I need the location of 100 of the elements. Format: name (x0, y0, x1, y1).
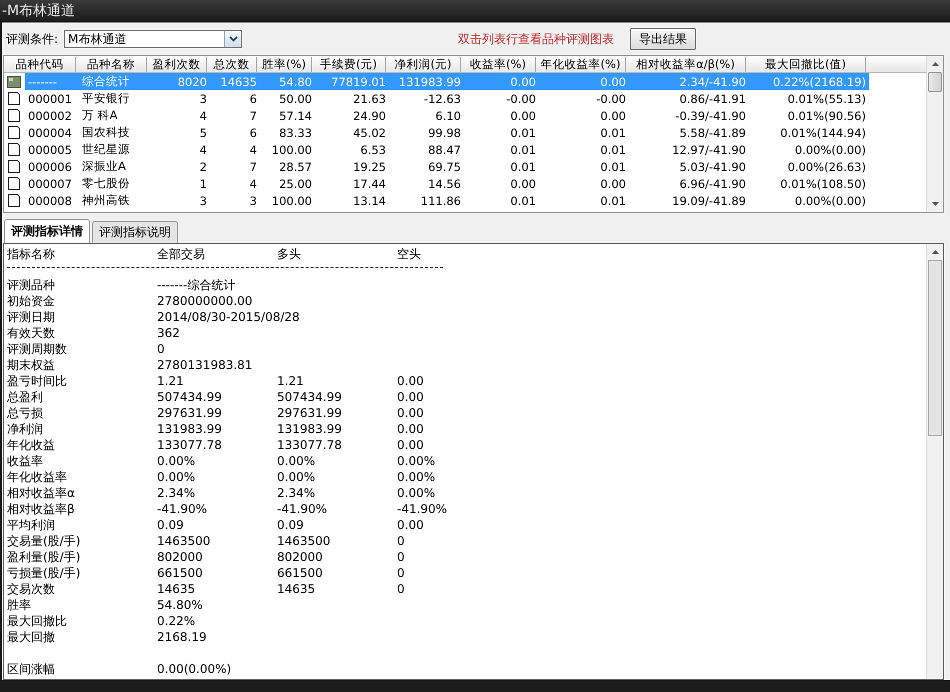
tab[interactable]: 评测指标说明 (92, 221, 178, 243)
metric-value: 133077.78 (277, 438, 343, 452)
table-cell-text: 000004 (27, 126, 73, 140)
table-cell-text: 5.58/-41.89 (678, 126, 747, 140)
export-button[interactable]: 导出结果 (630, 28, 696, 50)
metric-value: 133077.78 (157, 438, 223, 452)
table-cell-text: 0.00 (599, 176, 627, 190)
metric-value: 0 (397, 566, 406, 580)
table-cell-text: 100.00 (270, 194, 313, 208)
table-cell-text: 111.86 (420, 194, 462, 208)
metric-value: 0.00 (397, 406, 425, 420)
metric-name: 相对收益率β (7, 500, 76, 518)
table-cell-text: 综合统计 (81, 74, 131, 89)
table-cell-text: 0.01 (599, 142, 627, 156)
column-header: 空头 (397, 246, 422, 262)
condition-dropdown[interactable]: M布林通道 (64, 30, 242, 48)
table-row[interactable]: 000008 神州高铁 3 3 100.00 13.14 111.86 0.01 0.01 19.09/-41.89 0.00%(0.00) (25, 192, 869, 209)
column-header[interactable]: 盈利次数 (147, 56, 207, 72)
table-cell-text: 100.00 (270, 142, 313, 156)
column-header[interactable]: 胜率(%) (257, 56, 312, 72)
metric-value: 54.80% (157, 598, 204, 612)
table-cell-text: 57.14 (278, 108, 313, 122)
metric-value: -41.90% (277, 502, 328, 516)
scrollbar-thumb[interactable] (928, 260, 942, 436)
metric-name: 年化收益 (7, 436, 56, 454)
table-cell-text: 神州高铁 (81, 193, 131, 208)
table-cell-text: 17.44 (352, 176, 387, 190)
table-cell-text: 0.00%(0.00) (794, 194, 867, 208)
table-cell-text: 6.10 (434, 108, 462, 122)
column-header[interactable]: 总次数 (207, 56, 257, 72)
metric-name: 亏损量(股/手) (7, 564, 82, 582)
table-cell-text: 99.98 (427, 126, 462, 140)
metric-value: 0.00% (157, 470, 196, 484)
table-cell-text: 深振业A (81, 159, 127, 174)
table-cell-text: 0.01%(55.13) (786, 92, 867, 106)
table-row[interactable]: 000001 平安银行 3 6 50.00 21.63 -12.63 -0.00 -0.00 0.86/-41.91 0.01%(55.13) (25, 90, 869, 107)
metric-name: 初始资金 (7, 292, 56, 310)
table-cell-text: -0.00 (595, 92, 627, 106)
metric-name: 评测日期 (7, 308, 56, 326)
metric-value: 1.21 (277, 374, 305, 388)
metric-value: 131983.99 (157, 422, 223, 436)
table-cell-text: 世纪星源 (81, 142, 131, 157)
table-cell-text: 4 (248, 142, 258, 156)
metric-value: 0.00 (397, 438, 425, 452)
table-row[interactable]: 000006 深振业A 2 7 28.57 19.25 69.75 0.01 0.01 5.03/-41.90 0.00%(26.63) (25, 158, 869, 175)
metric-value: 507434.99 (157, 390, 223, 404)
metric-value: 0.00% (397, 470, 436, 484)
metric-value: 0.22% (157, 614, 196, 628)
table-cell-text: 21.63 (352, 92, 387, 106)
document-icon (7, 194, 21, 207)
table-cell-text: 8020 (176, 74, 208, 88)
table-row[interactable]: 000002 万 科A 4 7 57.14 24.90 6.10 0.00 0.00 -0.39/-41.90 0.01%(90.56) (25, 107, 869, 124)
tab[interactable]: 评测指标详情 (4, 219, 90, 243)
column-header[interactable]: 相对收益率α/β(%) (626, 56, 746, 72)
column-header[interactable]: 净利润(元) (386, 56, 461, 72)
scroll-up-icon[interactable] (932, 62, 938, 66)
table-cell-text: 0.00 (599, 108, 627, 122)
metric-name: 总亏损 (7, 404, 44, 422)
table-cell-text: 7 (248, 160, 258, 174)
column-header[interactable]: 最大回撤比(值) (746, 56, 866, 72)
table-cell-text: 0.01 (509, 142, 537, 156)
table-cell-text: 25.00 (278, 176, 313, 190)
metric-value: 1463500 (157, 534, 212, 548)
column-header[interactable]: 品种代码 (4, 56, 76, 72)
metric-value: 0.09 (277, 518, 305, 532)
table-cell-text: 45.02 (352, 126, 387, 140)
table-cell-text: 3 (198, 92, 208, 106)
document-icon (7, 160, 21, 173)
table-cell-text: 83.33 (278, 126, 313, 140)
scrollbar-thumb[interactable] (928, 72, 942, 92)
condition-label: 评测条件: (6, 30, 58, 48)
scroll-down-icon[interactable] (932, 202, 938, 206)
table-cell-text: 0.00 (509, 74, 537, 88)
column-header[interactable]: 收益率(%) (461, 56, 536, 72)
metric-value: 14635 (157, 582, 196, 596)
metric-name: 盈亏时间比 (7, 372, 68, 390)
table-cell-text: 19.09/-41.89 (671, 194, 747, 208)
table-row[interactable]: 000007 零七股份 1 4 25.00 17.44 14.56 0.00 0.00 6.96/-41.90 0.01%(108.50) (25, 175, 869, 192)
metric-value: 297631.99 (277, 406, 343, 420)
metric-value: 661500 (157, 566, 204, 580)
table-row[interactable]: 000004 国农科技 5 6 83.33 45.02 99.98 0.01 0.01 5.58/-41.89 0.01%(144.94) (25, 124, 869, 141)
metric-name: 最大回撤 (7, 628, 56, 646)
table-cell-text: 77819.01 (330, 74, 387, 88)
table-cell-text: 6.96/-41.90 (678, 176, 747, 190)
table-cell-text: 12.97/-41.90 (671, 142, 747, 156)
metric-value: 2780131983.81 (157, 358, 254, 372)
metric-name: 相对收益率α (7, 484, 76, 502)
table-cell-text: 0.01 (509, 126, 537, 140)
scroll-up-icon[interactable] (932, 250, 938, 254)
table-cell-text: 0.00%(26.63) (786, 160, 867, 174)
metric-value: 0.00% (277, 454, 316, 468)
metric-value: 14635 (277, 582, 316, 596)
column-header[interactable]: 年化收益率(%) (536, 56, 626, 72)
table-row[interactable]: 000005 世纪星源 4 4 100.00 6.53 88.47 0.01 0.01 12.97/-41.90 0.00%(0.00) (25, 141, 869, 158)
column-header[interactable]: 品种名称 (76, 56, 147, 72)
column-header[interactable]: 手续费(元) (312, 56, 386, 72)
metric-value: 362 (157, 326, 181, 340)
metric-name: 平均利润 (7, 516, 56, 534)
table-cell-text: 54.80 (278, 74, 313, 88)
table-cell-text: 000001 (27, 92, 73, 106)
